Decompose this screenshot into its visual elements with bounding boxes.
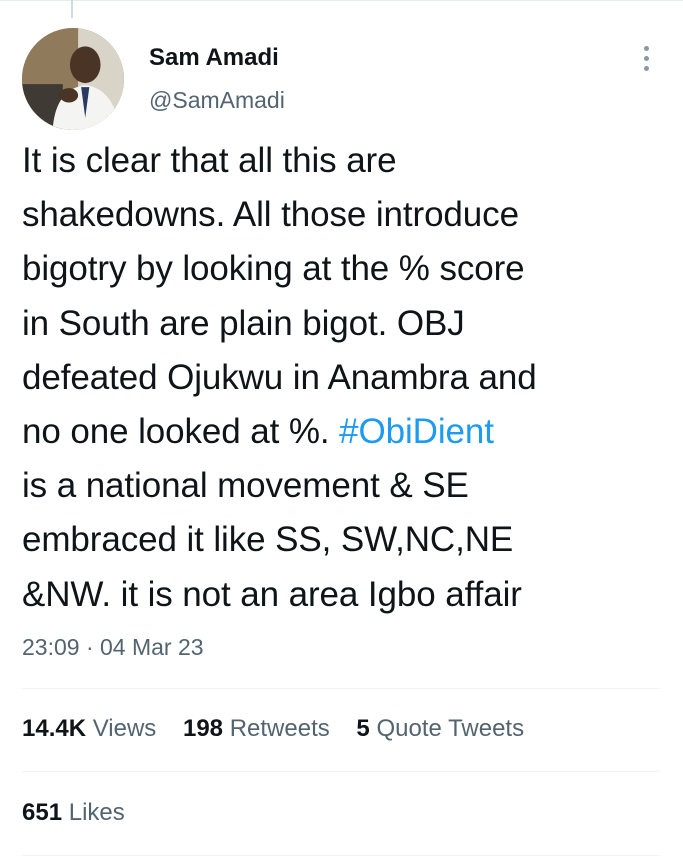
- hashtag-link[interactable]: #ObiDient: [339, 412, 494, 451]
- tweet-text-line: &NW. it is not an area Igbo affair: [22, 574, 522, 614]
- likes-label: Likes: [68, 799, 125, 826]
- tweet-text-line: bigotry by looking at the % score: [22, 249, 525, 289]
- tweet-timestamp[interactable]: 23:09 · 04 Mar 23: [22, 632, 204, 662]
- tweet-text-line: is a national movement & SE: [22, 466, 469, 506]
- avatar[interactable]: [22, 28, 124, 130]
- views-stat[interactable]: 14.4K Views: [22, 713, 156, 745]
- tweet-text-line: defeated Ojukwu in Anambra and: [22, 357, 537, 397]
- retweets-label: Retweets: [229, 715, 330, 742]
- more-vertical-icon[interactable]: [638, 46, 654, 78]
- divider: [22, 688, 660, 689]
- tweet-text: It is clear that all this are shakedowns…: [22, 134, 662, 622]
- tweet-text-line: It is clear that all this are: [22, 141, 397, 180]
- divider: [22, 771, 660, 772]
- retweets-count: 198: [182, 715, 224, 742]
- tweet-text-line: in South are plain bigot. OBJ: [22, 303, 465, 343]
- engagement-stats: 14.4K Views 198 Retweets 5 Quote Tweets: [22, 713, 544, 745]
- quote-tweets-label: Quote Tweets: [376, 715, 525, 742]
- top-divider: [0, 0, 683, 9]
- tweet-text-line: shakedowns. All those introduce: [22, 195, 519, 235]
- author-name[interactable]: Sam Amadi: [149, 44, 279, 72]
- views-label: Views: [92, 715, 157, 742]
- likes-stat[interactable]: 651 Likes: [22, 797, 125, 829]
- author-handle[interactable]: @SamAmadi: [149, 86, 285, 114]
- quote-tweets-stat[interactable]: 5 Quote Tweets: [356, 713, 524, 745]
- tweet-header: Sam Amadi @SamAmadi: [22, 28, 662, 132]
- retweets-stat[interactable]: 198 Retweets: [183, 713, 330, 745]
- quote-tweets-count: 5: [356, 715, 370, 742]
- tweet-text-line-with-hashtag: no one looked at %. #ObiDient: [22, 405, 662, 459]
- tweet-text-line: embraced it like SS, SW,NC,NE: [22, 520, 514, 560]
- thread-connector-line: [71, 0, 73, 18]
- tweet-text-segment: no one looked at %.: [22, 412, 340, 452]
- avatar-image: [22, 28, 124, 130]
- divider: [22, 855, 660, 856]
- views-count: 14.4K: [22, 715, 87, 742]
- likes-count: 651: [22, 799, 63, 826]
